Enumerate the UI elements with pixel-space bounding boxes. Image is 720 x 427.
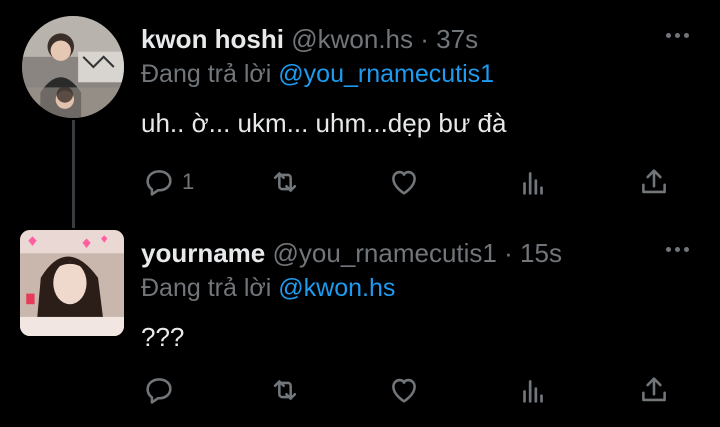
tweet-text: ??? <box>141 322 185 352</box>
reply-icon <box>146 170 172 196</box>
more-horizontal-icon <box>666 246 671 252</box>
thread-view: kwon hoshi @kwon.hs · 37s Đang trả lời @… <box>0 0 720 427</box>
more-options-button[interactable] <box>666 242 692 256</box>
reply-count: 1 <box>182 169 195 194</box>
more-options-button[interactable] <box>666 28 692 42</box>
tweet-text: uh.. ờ... ukm... uhm...dẹp bư đà <box>141 108 507 138</box>
retweet-icon <box>273 172 297 192</box>
share-icon <box>642 169 666 194</box>
views-chart-icon <box>523 380 543 403</box>
share-button[interactable] <box>637 372 671 408</box>
reply-icon <box>146 378 172 404</box>
retweet-button[interactable] <box>268 164 302 200</box>
reply-button[interactable]: 1 <box>142 164 194 200</box>
avatar[interactable] <box>22 16 124 118</box>
tweet[interactable]: kwon hoshi @kwon.hs · 37s Đang trả lời @… <box>0 0 720 214</box>
avatar[interactable] <box>20 230 124 336</box>
separator-dot: · <box>504 238 513 268</box>
heart-icon <box>392 378 416 403</box>
display-name[interactable]: yourname <box>141 238 265 268</box>
views-button[interactable] <box>516 164 550 200</box>
reply-button[interactable] <box>142 372 182 408</box>
views-button[interactable] <box>516 372 550 408</box>
replying-to-label: Đang trả lời <box>141 274 272 302</box>
tweet[interactable]: yourname @you_rnamecutis1 · 15s Đang trả… <box>0 214 720 427</box>
like-button[interactable] <box>387 372 421 408</box>
heart-icon <box>392 170 416 195</box>
tweet-header: yourname @you_rnamecutis1 · 15s <box>141 236 562 270</box>
retweet-icon <box>273 380 297 400</box>
display-name[interactable]: kwon hoshi <box>141 24 284 54</box>
timestamp[interactable]: 15s <box>520 238 562 268</box>
retweet-button[interactable] <box>268 372 302 408</box>
tweet-actions: 1 <box>0 164 720 200</box>
mention-link[interactable]: @you_rnamecutis1 <box>278 60 494 88</box>
user-handle[interactable]: @you_rnamecutis1 <box>273 238 497 268</box>
mention-link[interactable]: @kwon.hs <box>278 274 395 302</box>
like-button[interactable] <box>387 164 421 200</box>
separator-dot: · <box>420 24 429 54</box>
tweet-actions <box>0 372 720 408</box>
share-button[interactable] <box>637 164 671 200</box>
replying-to: Đang trả lời @you_rnamecutis1 <box>141 58 494 90</box>
views-chart-icon <box>523 172 543 195</box>
timestamp[interactable]: 37s <box>436 24 478 54</box>
replying-to-label: Đang trả lời <box>141 60 272 88</box>
share-icon <box>642 377 666 402</box>
more-horizontal-icon <box>666 32 671 38</box>
user-handle[interactable]: @kwon.hs <box>291 24 413 54</box>
replying-to: Đang trả lời @kwon.hs <box>141 272 395 304</box>
tweet-header: kwon hoshi @kwon.hs · 37s <box>141 22 478 56</box>
